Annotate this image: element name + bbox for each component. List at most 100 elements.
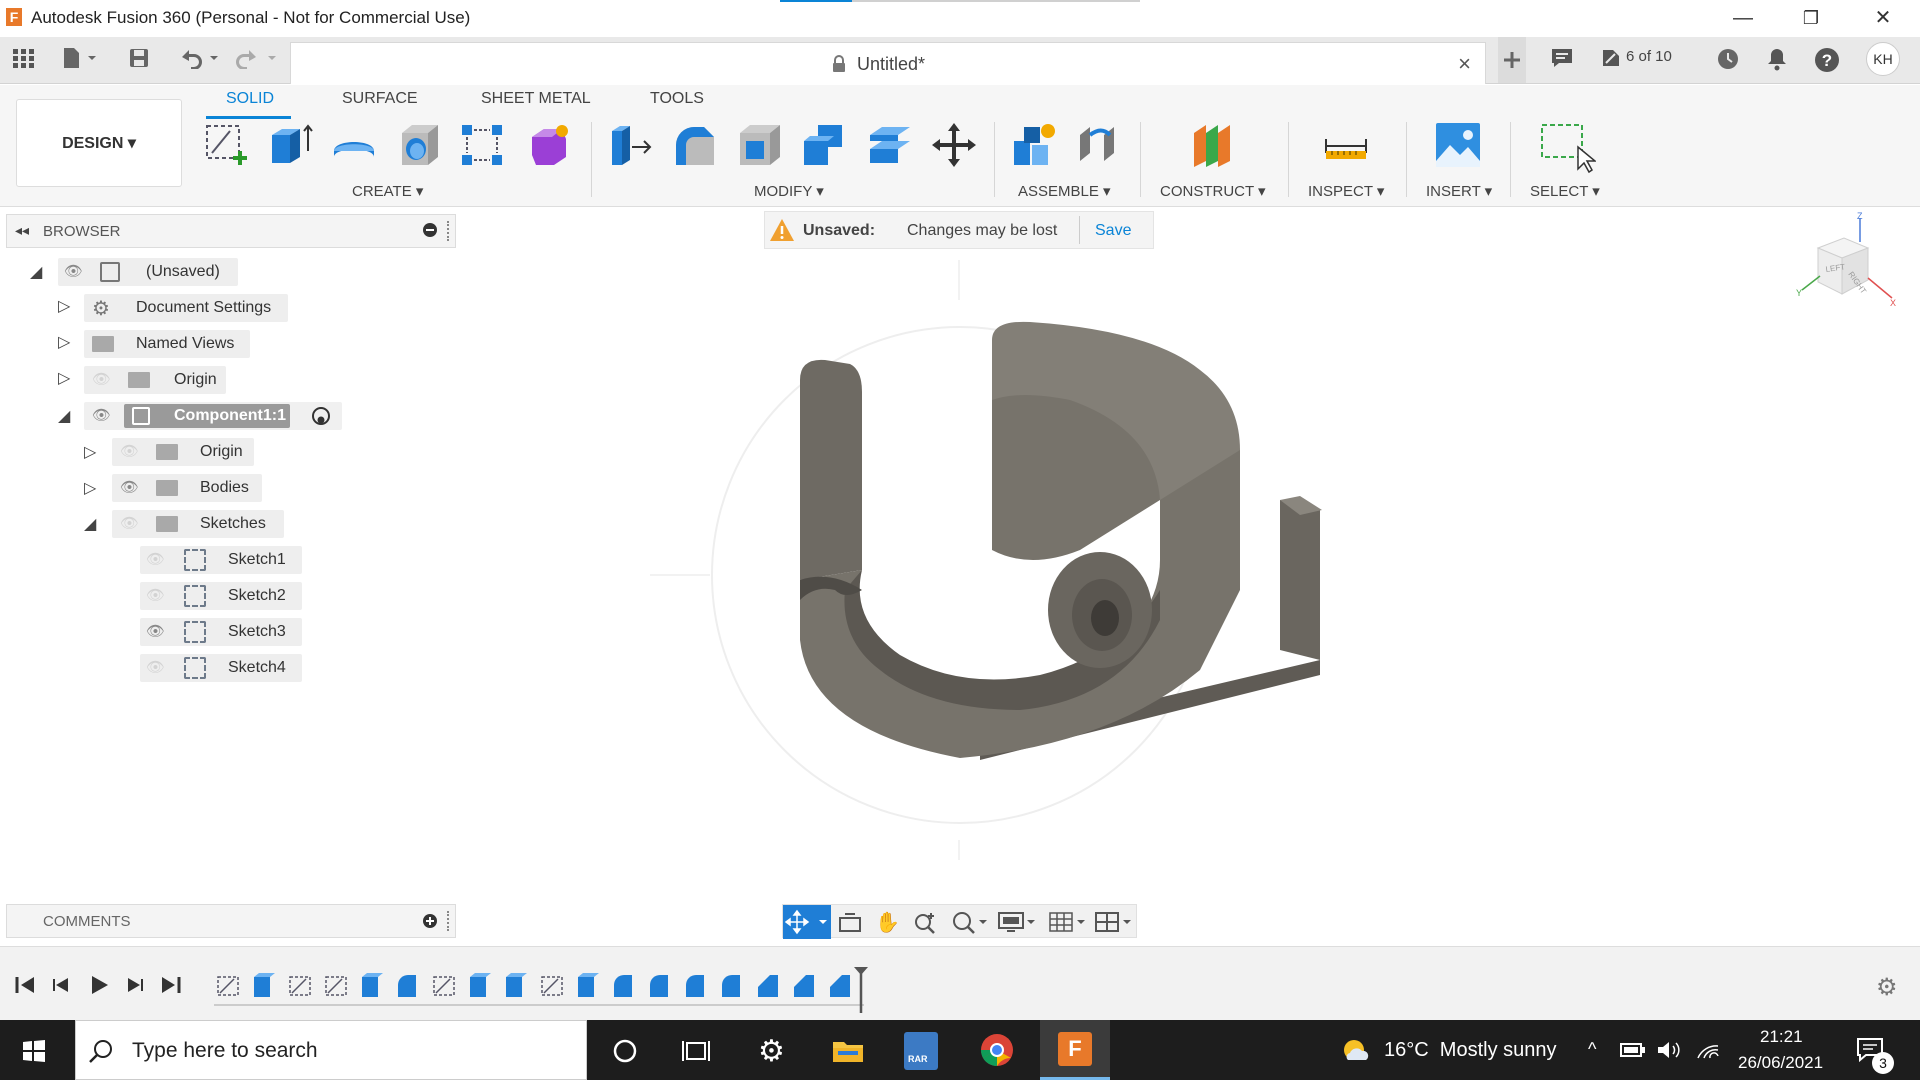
expand-triangle-icon[interactable]: ▷ <box>58 296 70 316</box>
viewport-canvas[interactable] <box>600 260 1360 860</box>
move-copy-icon[interactable] <box>930 121 978 169</box>
collapse-triangle-icon[interactable]: ◢ <box>84 514 96 534</box>
look-at-icon[interactable] <box>837 910 863 939</box>
hidden-eye-icon[interactable]: 👁 <box>120 510 139 538</box>
browser-item-sketch4[interactable]: 👁 Sketch4 <box>140 654 302 682</box>
orbit-tool-icon[interactable] <box>783 905 831 939</box>
volume-icon[interactable] <box>1656 1040 1682 1065</box>
tab-tools[interactable]: TOOLS <box>650 90 704 108</box>
clock-date[interactable]: 26/06/2021 <box>1738 1053 1823 1073</box>
offset-plane-icon[interactable] <box>1190 121 1238 169</box>
minimize-panel-icon[interactable] <box>423 223 437 237</box>
visibility-eye-icon[interactable]: 👁 <box>64 258 83 286</box>
add-comment-icon[interactable] <box>423 914 437 928</box>
wifi-icon[interactable] <box>1696 1040 1720 1065</box>
revolve-icon[interactable] <box>330 121 378 169</box>
file-explorer-icon[interactable] <box>832 1038 864 1069</box>
browser-item-component-origin[interactable]: 👁 Origin <box>112 438 254 466</box>
fusion-taskbar-button[interactable]: F <box>1040 1020 1110 1080</box>
modify-group-label[interactable]: MODIFY ▾ <box>754 182 824 200</box>
browser-item-component[interactable]: 👁 Component1:1 <box>84 402 342 430</box>
weather-sun-icon[interactable] <box>1340 1036 1370 1071</box>
assemble-group-label[interactable]: ASSEMBLE ▾ <box>1018 182 1111 200</box>
step-forward-icon[interactable] <box>124 975 146 1000</box>
winrar-icon[interactable]: RAR <box>904 1032 938 1070</box>
collapse-triangle-icon[interactable]: ◢ <box>58 406 70 426</box>
fit-zoom-icon[interactable] <box>951 910 987 939</box>
viewports-icon[interactable] <box>1093 910 1133 939</box>
notification-bell-icon[interactable] <box>1766 47 1788 73</box>
collapse-panel-icon[interactable]: ◂◂ <box>15 222 29 239</box>
browser-item-document-settings[interactable]: ⚙ Document Settings <box>84 294 288 322</box>
insert-canvas-icon[interactable] <box>1434 121 1482 169</box>
shell-icon[interactable] <box>736 121 784 169</box>
maximize-button[interactable]: ❐ <box>1786 4 1836 32</box>
settings-gear-icon[interactable]: ⚙ <box>758 1034 785 1069</box>
new-tab-button[interactable] <box>1498 37 1526 83</box>
task-view-icon[interactable] <box>682 1038 710 1069</box>
combine-icon[interactable] <box>800 121 848 169</box>
job-status-icon[interactable] <box>1600 47 1622 73</box>
visibility-eye-icon[interactable]: 👁 <box>92 402 111 430</box>
save-icon[interactable] <box>128 47 150 73</box>
play-icon[interactable] <box>88 975 110 1000</box>
visibility-eye-icon[interactable]: 👁 <box>120 474 139 502</box>
document-tab[interactable]: Untitled* × <box>290 42 1486 84</box>
grid-settings-icon[interactable] <box>1047 910 1087 939</box>
browser-item-sketch2[interactable]: 👁 Sketch2 <box>140 582 302 610</box>
close-window-button[interactable]: ✕ <box>1858 4 1908 32</box>
weather-text[interactable]: 16°C Mostly sunny <box>1384 1039 1557 1062</box>
undo-icon[interactable] <box>178 47 222 73</box>
file-menu-icon[interactable] <box>62 47 98 73</box>
activate-radio-icon[interactable] <box>312 407 330 425</box>
browser-item-origin[interactable]: 👁 Origin <box>84 366 226 394</box>
joint-icon[interactable] <box>1074 121 1122 169</box>
pan-hand-icon[interactable]: ✋ <box>875 910 900 935</box>
timeline-settings-gear-icon[interactable]: ⚙ <box>1876 973 1898 1002</box>
hidden-eye-icon[interactable]: 👁 <box>120 438 139 466</box>
go-to-end-icon[interactable] <box>160 975 182 1000</box>
workspace-switcher-button[interactable]: DESIGN ▾ <box>16 99 182 187</box>
browser-item-sketch3[interactable]: 👁 Sketch3 <box>140 618 302 646</box>
chat-icon[interactable] <box>1550 47 1574 73</box>
chrome-icon[interactable] <box>980 1033 1014 1072</box>
create-sketch-icon[interactable] <box>204 121 252 169</box>
go-to-start-icon[interactable] <box>14 975 36 1000</box>
user-avatar[interactable]: KH <box>1866 42 1900 76</box>
tab-sheet-metal[interactable]: SHEET METAL <box>481 90 591 108</box>
hidden-eye-icon[interactable]: 👁 <box>146 546 165 574</box>
display-settings-icon[interactable] <box>997 910 1037 939</box>
visibility-eye-icon[interactable]: 👁 <box>146 618 165 646</box>
hidden-eye-icon[interactable]: 👁 <box>146 582 165 610</box>
expand-triangle-icon[interactable]: ▷ <box>84 442 96 462</box>
expand-triangle-icon[interactable]: ▷ <box>58 368 70 388</box>
clock-time[interactable]: 21:21 <box>1760 1027 1803 1047</box>
browser-item-sketch1[interactable]: 👁 Sketch1 <box>140 546 302 574</box>
browser-item-named-views[interactable]: Named Views <box>84 330 250 358</box>
expand-triangle-icon[interactable]: ▷ <box>84 478 96 498</box>
redo-icon[interactable] <box>236 47 280 73</box>
clock-history-icon[interactable] <box>1716 47 1740 73</box>
data-panel-grid-icon[interactable] <box>12 47 34 73</box>
job-status-count[interactable]: 6 of 10 <box>1626 48 1672 65</box>
measure-icon[interactable] <box>1322 121 1370 169</box>
save-link[interactable]: Save <box>1095 222 1131 240</box>
hidden-eye-icon[interactable]: 👁 <box>92 366 111 394</box>
battery-icon[interactable] <box>1620 1042 1646 1063</box>
construct-group-label[interactable]: CONSTRUCT ▾ <box>1160 182 1266 200</box>
windows-start-icon[interactable] <box>22 1039 46 1068</box>
timeline-marker[interactable] <box>852 965 870 1018</box>
fillet-icon[interactable] <box>670 121 718 169</box>
browser-item-sketches[interactable]: 👁 Sketches <box>112 510 284 538</box>
zoom-icon[interactable] <box>913 910 939 939</box>
panel-resize-handle[interactable] <box>447 221 449 241</box>
minimize-button[interactable]: — <box>1718 4 1768 32</box>
select-group-label[interactable]: SELECT ▾ <box>1530 182 1600 200</box>
close-tab-icon[interactable]: × <box>1458 51 1471 77</box>
step-back-icon[interactable] <box>50 975 72 1000</box>
expand-triangle-icon[interactable]: ▷ <box>58 332 70 352</box>
insert-group-label[interactable]: INSERT ▾ <box>1426 182 1492 200</box>
browser-panel-header[interactable]: ◂◂ BROWSER <box>6 214 456 248</box>
taskbar-search-box[interactable]: Type here to search <box>75 1020 587 1080</box>
timeline-features[interactable] <box>214 965 874 1007</box>
